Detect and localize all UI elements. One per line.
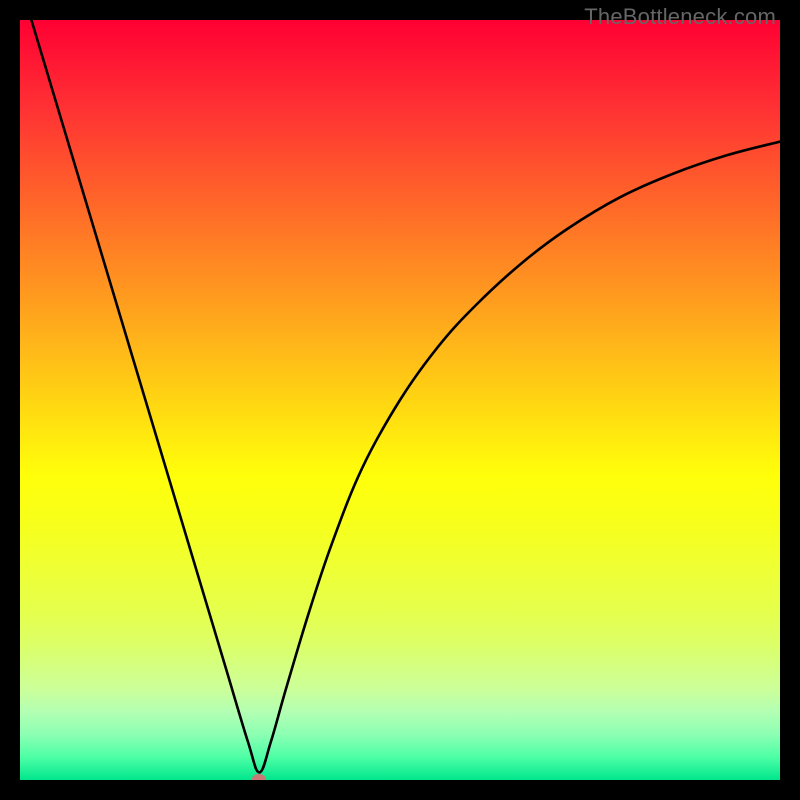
curve-svg [20, 20, 780, 780]
plot-area [20, 20, 780, 780]
minimum-marker [252, 774, 266, 780]
watermark-label: TheBottleneck.com [584, 4, 776, 30]
bottleneck-curve [20, 20, 780, 772]
chart-frame: TheBottleneck.com [0, 0, 800, 800]
